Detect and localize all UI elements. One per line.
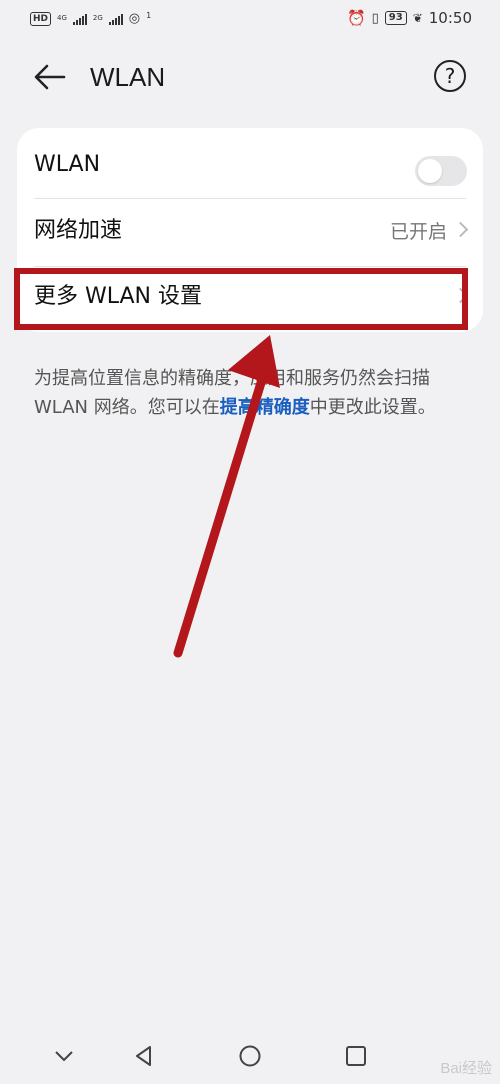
annotation-arrow <box>173 335 280 658</box>
nav-home-icon[interactable] <box>238 1044 262 1068</box>
watermark: Bai经验 <box>440 1060 492 1077</box>
nav-recents-icon[interactable] <box>344 1044 368 1068</box>
navigation-bar <box>0 1028 500 1084</box>
nav-back-icon[interactable] <box>132 1044 156 1068</box>
collapse-chevron-icon[interactable] <box>52 1044 76 1068</box>
arrow-head <box>228 335 280 388</box>
arrow-shaft <box>173 355 273 658</box>
